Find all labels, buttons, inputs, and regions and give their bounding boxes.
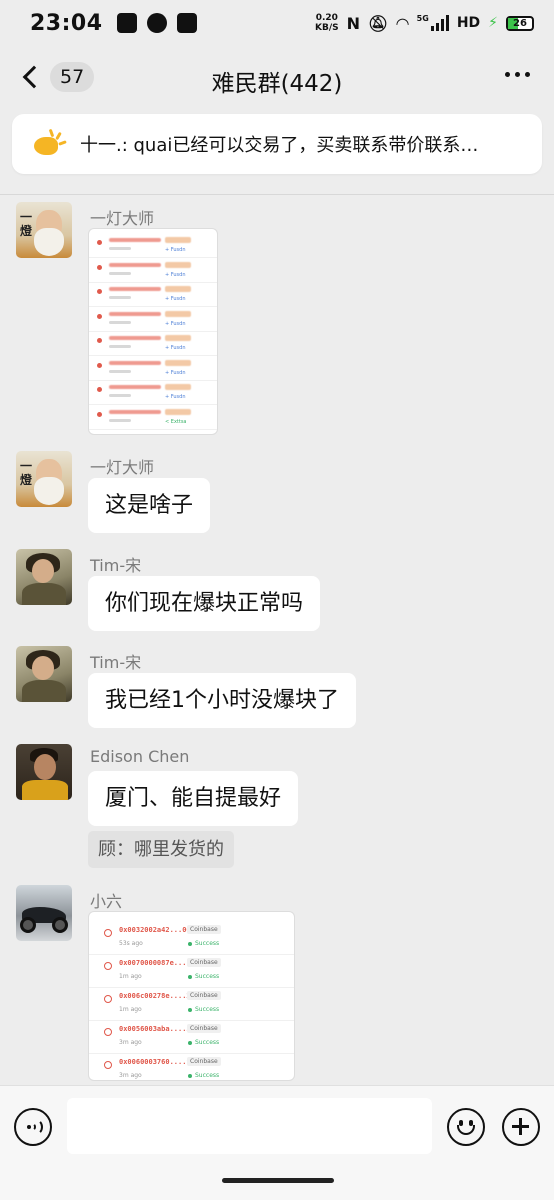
screenshot-row: 0x0032002a42...005d 53s ago Coinbase Succes…: [89, 922, 294, 955]
screenshot-row: 0x0056003aba....5242 3m ago Coinbase Succes…: [89, 1021, 294, 1054]
message-bubble[interactable]: 你们现在爆块正常吗: [88, 576, 321, 631]
network-type: HD: [456, 15, 481, 31]
screenshot-status: + Fusdn: [165, 271, 186, 278]
announcement-text: 十一.: quai已经可以交易了，买卖联系带价联系…: [80, 135, 479, 156]
tx-status: Success: [188, 1006, 219, 1013]
quoted-reply[interactable]: 顾：哪里发货的: [88, 831, 234, 868]
screenshot-row: 0x0060003760....fc84 3m ago Coinbase Succes…: [89, 1054, 294, 1080]
screenshot-row: + Fusdn: [95, 333, 211, 357]
tx-type-tag: Coinbase: [187, 1024, 221, 1033]
image-message[interactable]: + Fusdn + Fusdn + Fusdn + Fusdn + Fusdn + Fus…: [88, 228, 218, 435]
tx-time: 1m ago: [119, 1006, 142, 1013]
status-time: 23:04: [30, 10, 103, 36]
avatar[interactable]: [16, 646, 72, 702]
screenshot-row: + Fusdn: [95, 284, 211, 308]
screenshot-row: + Fusdn: [95, 260, 211, 284]
tx-status-icon: [104, 962, 112, 970]
voice-input-button[interactable]: [14, 1108, 52, 1146]
tx-status-icon: [104, 1028, 112, 1036]
tx-status-icon: [104, 1061, 112, 1069]
wifi-icon: ◠: [396, 13, 409, 33]
sender-name: Edison Chen: [90, 747, 190, 766]
network-speed: 0.20 KB/S: [315, 13, 339, 33]
more-options-button[interactable]: [505, 72, 530, 77]
tx-status: Success: [188, 940, 219, 947]
tx-status: Success: [188, 973, 219, 980]
unread-count-badge: 57: [50, 62, 95, 92]
avatar[interactable]: [16, 744, 72, 800]
status-bar: 23:04 0.20 KB/S Ν 🔕︎ ◠ 5G HD ⚡︎ 26: [0, 0, 554, 46]
pinned-announcement[interactable]: 十一.: quai已经可以交易了，买卖联系带价联系…: [12, 114, 542, 174]
screenshot-status: < Exttsa: [165, 418, 187, 425]
signal-icon: 5G: [417, 15, 449, 31]
tx-type-tag: Coinbase: [187, 991, 221, 1000]
screenshot-row: + Fusdn: [95, 382, 211, 406]
screenshot-row: < Exttsa: [95, 407, 211, 431]
screenshot-status: + Fusdn: [165, 320, 186, 327]
chevron-left-icon: [22, 65, 46, 89]
avatar[interactable]: 一燈: [16, 451, 72, 507]
emoji-button[interactable]: [447, 1108, 485, 1146]
sender-name: Tim-宋: [90, 556, 142, 575]
dot-icon: [525, 72, 530, 77]
tx-time: 53s ago: [119, 940, 143, 947]
mute-icon: 🔕︎: [368, 13, 389, 33]
screenshot-status: + Fusdn: [165, 247, 186, 253]
battery-icon: 26: [506, 15, 534, 31]
sender-name: 一灯大师: [90, 458, 155, 477]
notification-icons: [116, 13, 197, 33]
tx-status: Success: [188, 1039, 219, 1046]
screenshot-row: + Fusdn: [95, 309, 211, 333]
screenshot-row: 0x006c00278e....26ad 1m ago Coinbase Succes…: [89, 988, 294, 1021]
tx-time: 3m ago: [119, 1072, 142, 1079]
message-input[interactable]: [67, 1098, 432, 1154]
tx-status-icon: [104, 995, 112, 1003]
tx-time: 3m ago: [119, 1039, 142, 1046]
message-bubble[interactable]: 厦门、能自提最好: [88, 771, 299, 826]
tx-time: 1m ago: [119, 973, 142, 980]
more-actions-button[interactable]: [502, 1108, 540, 1146]
image-message[interactable]: 0x0032002a42...005d 53s ago Coinbase Succes…: [88, 911, 295, 1081]
screenshot-status: + Fusdn: [165, 394, 186, 400]
avatar[interactable]: [16, 885, 72, 941]
avatar[interactable]: [16, 549, 72, 605]
screenshot-status: + Fusdn: [165, 296, 186, 302]
chat-header: 57 难民群(442): [0, 46, 554, 108]
tx-status: Success: [188, 1072, 219, 1079]
system-indicators: 0.20 KB/S Ν 🔕︎ ◠ 5G HD ⚡︎ 26: [315, 13, 534, 33]
dot-icon: [515, 72, 520, 77]
tx-type-tag: Coinbase: [187, 958, 221, 967]
tx-type-tag: Coinbase: [187, 925, 221, 934]
screenshot-row: 0x0070000087e....aafc4 1m ago Coinbase Succ…: [89, 955, 294, 988]
wechat-icon: [146, 13, 167, 33]
screenshot-row: + Fusdn: [95, 235, 211, 259]
avatar[interactable]: 一燈: [16, 202, 72, 258]
message-bubble[interactable]: 这是啥子: [88, 478, 211, 533]
sender-name: 小六: [90, 892, 123, 911]
qq-icon: [176, 13, 197, 33]
header-divider: [0, 194, 554, 195]
screenshot-status: + Fusdn: [165, 345, 186, 351]
sender-name: 一灯大师: [90, 209, 155, 228]
message-bubble[interactable]: 我已经1个小时没爆块了: [88, 673, 356, 728]
tx-type-tag: Coinbase: [187, 1057, 221, 1066]
screenshot-row: + Fusdn: [95, 358, 211, 382]
home-indicator[interactable]: [222, 1178, 334, 1183]
back-button[interactable]: 57: [20, 58, 95, 96]
nfc-icon: Ν: [346, 13, 361, 33]
megaphone-icon: [32, 128, 67, 159]
screenshot-status: + Fusdn: [165, 369, 186, 376]
dot-icon: [505, 72, 510, 77]
tx-status-icon: [104, 929, 112, 937]
charging-icon: ⚡︎: [488, 15, 498, 31]
sender-name: Tim-宋: [90, 653, 142, 672]
telegram-icon: [116, 13, 137, 33]
